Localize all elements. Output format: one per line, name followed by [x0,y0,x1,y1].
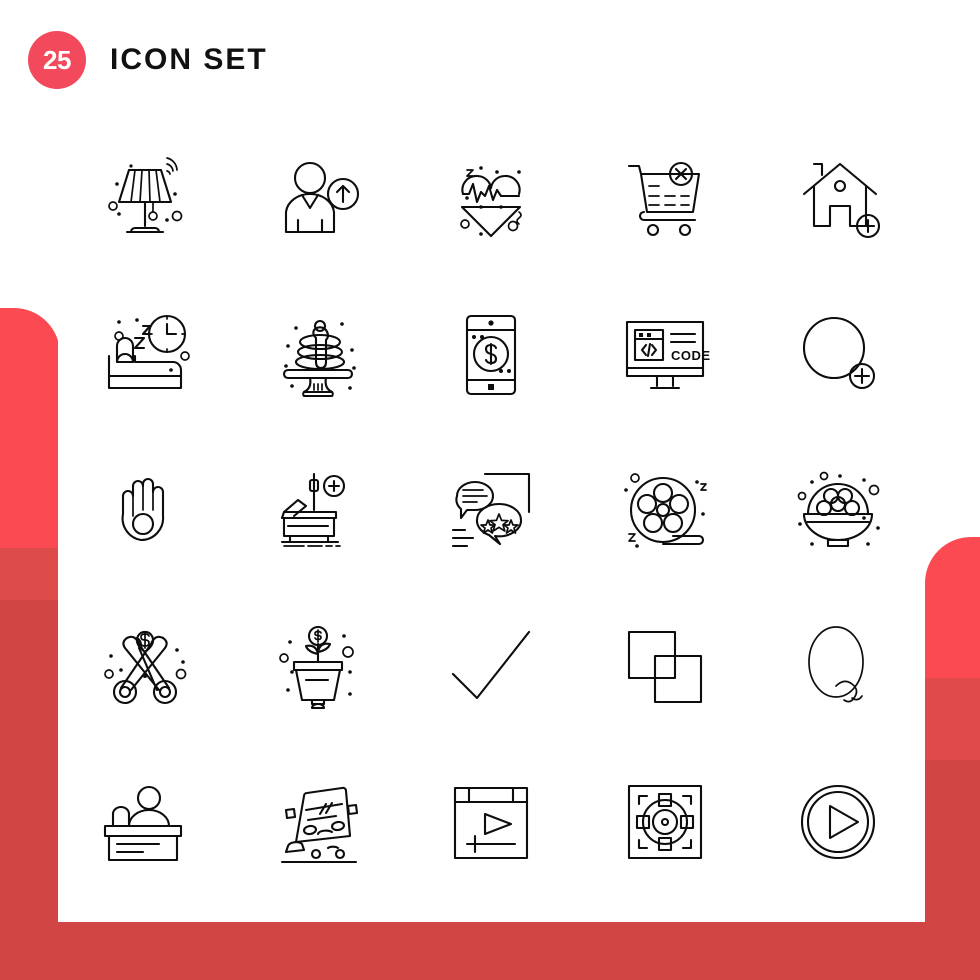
page-title: ICON SET [110,43,268,76]
cost-cutting-icon[interactable] [58,588,231,744]
bedtime-clock-icon[interactable] [58,276,231,432]
copy-squares-icon[interactable] [578,588,751,744]
video-window-icon[interactable] [405,744,578,900]
user-upload-icon[interactable] [231,120,404,276]
smart-lamp-icon[interactable] [58,120,231,276]
decor-bottom-band [0,922,980,980]
mobile-payment-icon[interactable] [405,276,578,432]
poster-stage: 25 ICON SET CODE [0,0,980,980]
icon-grid: CODE [58,120,925,900]
pancake-stand-icon[interactable] [231,276,404,432]
icon-count-badge: 25 [28,31,86,89]
money-plant-icon[interactable] [231,588,404,744]
decor-right-dark-shape [925,760,980,925]
play-button-icon[interactable] [752,744,925,900]
hospital-bed-icon[interactable] [231,432,404,588]
car-crash-icon[interactable] [231,744,404,900]
reception-desk-icon[interactable] [58,744,231,900]
check-mark-icon[interactable] [405,588,578,744]
add-home-icon[interactable] [752,120,925,276]
icon-set-card: 25 ICON SET CODE [28,0,925,922]
decor-left-lower-fill [0,600,58,930]
letter-q-icon[interactable] [752,588,925,744]
hand-palm-icon[interactable] [58,432,231,588]
film-reel-icon[interactable] [578,432,751,588]
svg-text:CODE: CODE [671,348,711,363]
focus-target-icon[interactable] [578,744,751,900]
sweets-bowl-icon[interactable] [752,432,925,588]
code-monitor-icon[interactable]: CODE [578,276,751,432]
cart-remove-icon[interactable] [578,120,751,276]
add-circle-icon[interactable] [752,276,925,432]
chat-review-icon[interactable] [405,432,578,588]
icon-count-value: 25 [43,44,71,75]
header: 25 ICON SET [28,0,925,120]
heart-rate-down-icon[interactable] [405,120,578,276]
